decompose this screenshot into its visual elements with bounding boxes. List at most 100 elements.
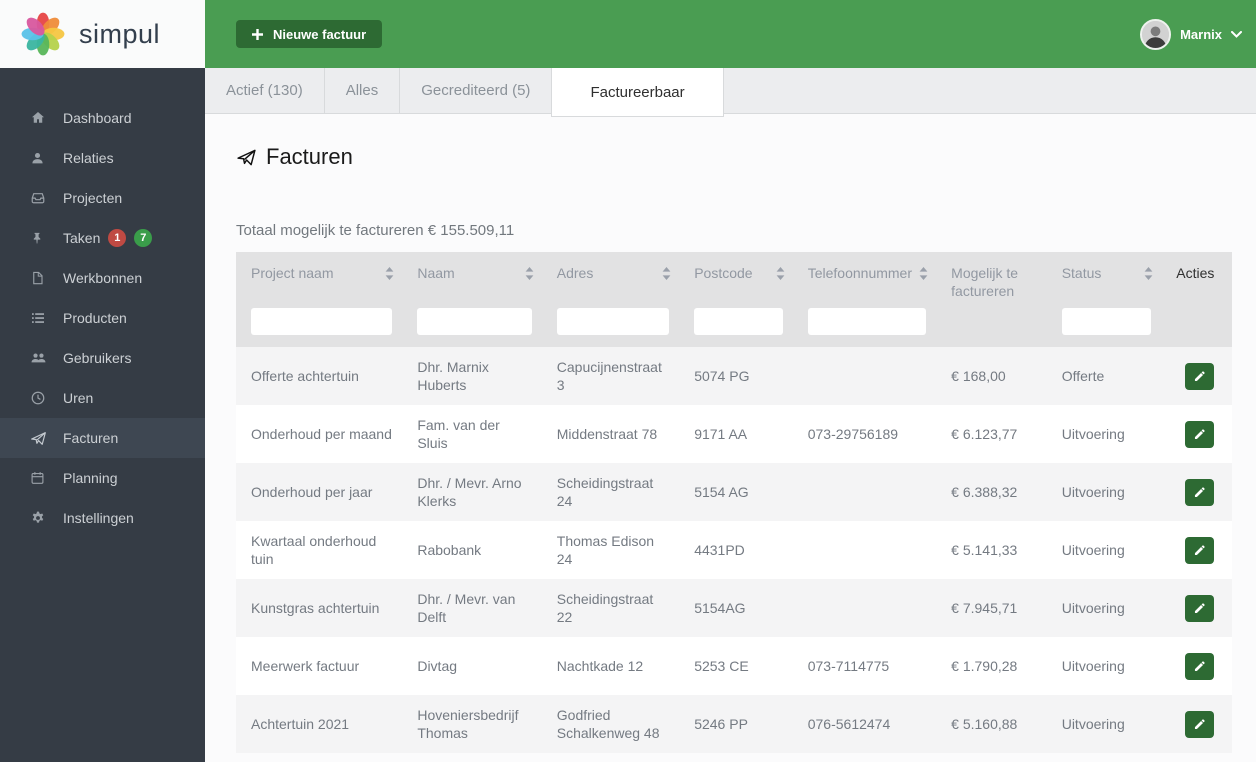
cell-mogelijk-te-factureren: € 7.945,71 [951, 599, 1018, 616]
cell-postcode: 5246 PP [694, 715, 748, 732]
sidebar-item-planning[interactable]: Planning [0, 458, 205, 498]
pin-icon [30, 231, 47, 246]
edit-invoice-button[interactable] [1184, 536, 1214, 564]
cell-postcode: 5253 CE [694, 657, 749, 674]
flower-logo-icon [20, 11, 66, 57]
column-label: Mogelijk te factureren [951, 265, 1019, 299]
pencil-icon [1193, 602, 1206, 615]
sort-icon [385, 267, 394, 280]
column-header-status[interactable]: Status [1047, 265, 1162, 283]
filter-input-adres[interactable] [556, 308, 670, 335]
pencil-icon [1193, 718, 1206, 731]
sidebar-item-dashboard[interactable]: Dashboard [0, 98, 205, 138]
cell-project-naam: Offerte achtertuin [251, 367, 359, 384]
tab-gecrediteerd-5[interactable]: Gecrediteerd (5) [400, 68, 553, 113]
column-label: Naam [417, 265, 455, 281]
cell-naam: Rabobank [417, 541, 482, 558]
cell-adres: Scheidingstraat 22 [556, 590, 654, 625]
table-row: Onderhoud per jaar Dhr. / Mevr. Arno Kle… [236, 463, 1232, 521]
cell-mogelijk-te-factureren: € 6.388,32 [951, 483, 1018, 500]
sidebar-item-label: Projecten [63, 190, 123, 206]
column-header-postcode[interactable]: Postcode [679, 265, 793, 283]
edit-invoice-button[interactable] [1184, 594, 1214, 622]
table-row: Offerte achtertuin Dhr. Marnix Huberts C… [236, 347, 1232, 405]
cell-acties [1161, 420, 1232, 448]
app-window: simpul Nieuwe factuur Marnix Dashboard R… [0, 0, 1256, 762]
cell-mogelijk-te-factureren: € 5.141,33 [951, 541, 1018, 558]
tab-alles[interactable]: Alles [325, 68, 401, 113]
list-icon [30, 310, 47, 326]
main-area: Actief (130) Alles Gecrediteerd (5) Facture… [205, 68, 1256, 762]
column-label: Project naam [251, 265, 334, 281]
edit-invoice-button[interactable] [1184, 420, 1214, 448]
pencil-icon [1193, 428, 1206, 441]
cell-telefoonnummer: 076-5612474 [807, 715, 891, 732]
column-header-telefoonnummer[interactable]: Telefoonnummer [793, 265, 936, 283]
sidebar-item-label: Producten [63, 310, 127, 326]
cell-project-naam: Onderhoud per jaar [251, 483, 373, 500]
filter-input-postcode[interactable] [694, 308, 783, 335]
sidebar-item-uren[interactable]: Uren [0, 378, 205, 418]
edit-invoice-button[interactable] [1184, 362, 1214, 390]
table-header: Project naam Naam Adres Postcode Telefoonnum… [236, 252, 1232, 347]
sidebar-item-taken[interactable]: Taken 1 7 [0, 218, 205, 258]
cell-adres: Godfried Schalkenweg 48 [556, 706, 660, 741]
topbar: Nieuwe factuur Marnix [205, 0, 1256, 68]
filter-cell-naam [402, 308, 541, 335]
sidebar-item-facturen[interactable]: Facturen [0, 418, 205, 458]
filter-cell-acties [1161, 308, 1232, 335]
column-header-project-naam[interactable]: Project naam [236, 265, 402, 283]
sidebar-item-label: Relaties [63, 150, 114, 166]
cell-postcode: 4431PD [694, 541, 745, 558]
filter-input-telefoonnummer[interactable] [807, 308, 927, 335]
cell-acties [1161, 594, 1232, 622]
sidebar-item-projecten[interactable]: Projecten [0, 178, 205, 218]
filter-input-status[interactable] [1061, 308, 1152, 335]
home-icon [30, 110, 47, 126]
tab-actief-130[interactable]: Actief (130) [205, 68, 325, 113]
sidebar-item-gebruikers[interactable]: Gebruikers [0, 338, 205, 378]
cell-adres: Scheidingstraat 24 [556, 474, 654, 509]
pencil-icon [1193, 660, 1206, 673]
cell-acties [1161, 536, 1232, 564]
new-invoice-button[interactable]: Nieuwe factuur [236, 20, 383, 48]
cell-status: Offerte [1061, 367, 1105, 384]
invoices-table: Project naam Naam Adres Postcode Telefoonnum… [236, 252, 1232, 753]
user-menu[interactable]: Marnix [1140, 18, 1242, 50]
sort-icon [662, 267, 671, 280]
sort-icon [525, 267, 534, 280]
users-icon [30, 350, 47, 366]
sidebar-item-producten[interactable]: Producten [0, 298, 205, 338]
cell-telefoonnummer: 073-7114775 [807, 657, 890, 674]
cell-acties [1161, 362, 1232, 390]
sort-icon [919, 267, 928, 280]
tab-factureerbaar[interactable]: Factureerbaar [551, 68, 724, 117]
cell-naam: Dhr. / Mevr. van Delft [417, 590, 516, 625]
total-billable-line: Totaal mogelijk te factureren € 155.509,… [236, 222, 515, 239]
cell-project-naam: Meerwerk factuur [251, 657, 360, 674]
sidebar-item-instellingen[interactable]: Instellingen [0, 498, 205, 538]
avatar [1140, 18, 1172, 50]
column-header-adres[interactable]: Adres [542, 265, 679, 283]
filter-input-naam[interactable] [417, 308, 532, 335]
user-icon [30, 151, 47, 166]
table-row: Kunstgras achtertuin Dhr. / Mevr. van De… [236, 579, 1232, 637]
cell-naam: Hoveniersbedrijf Thomas [417, 706, 519, 741]
page-title: Facturen [236, 144, 1232, 170]
tab-bar: Actief (130) Alles Gecrediteerd (5) Facture… [205, 68, 1256, 117]
filter-input-project-naam[interactable] [251, 308, 393, 335]
filter-cell-mogelijk-te-factureren [936, 308, 1047, 335]
sort-icon [1144, 267, 1153, 280]
column-label: Postcode [694, 265, 753, 281]
edit-invoice-button[interactable] [1184, 478, 1214, 506]
sidebar-item-relaties[interactable]: Relaties [0, 138, 205, 178]
cell-telefoonnummer: 073-29756189 [807, 425, 899, 442]
table-row: Meerwerk factuur Divtag Nachtkade 12 525… [236, 637, 1232, 695]
cell-project-naam: Achtertuin 2021 [251, 715, 350, 732]
paper-plane-icon [236, 147, 257, 168]
column-header-naam[interactable]: Naam [402, 265, 541, 283]
edit-invoice-button[interactable] [1184, 710, 1214, 738]
sidebar-item-werkbonnen[interactable]: Werkbonnen [0, 258, 205, 298]
column-header-acties: Acties [1161, 265, 1232, 283]
edit-invoice-button[interactable] [1184, 652, 1214, 680]
